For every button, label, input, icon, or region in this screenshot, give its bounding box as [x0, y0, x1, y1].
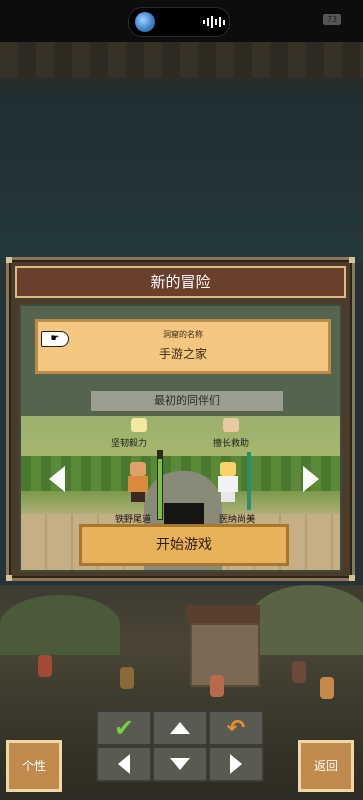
stamina-gauge	[157, 450, 163, 520]
check-icon: ✔	[113, 714, 135, 742]
next-companion-arrow-icon[interactable]	[303, 466, 319, 492]
game-background-top	[0, 42, 363, 262]
skill-badge-icon	[131, 418, 147, 432]
undo-button[interactable]: ↶	[208, 710, 264, 746]
companion-2-sprite[interactable]	[215, 462, 241, 504]
arrow-left-icon	[118, 754, 130, 774]
companion-1-sprite[interactable]	[125, 462, 151, 504]
bread-icon	[223, 418, 239, 432]
companions-header: 最初的同伴们	[91, 391, 283, 411]
down-button[interactable]	[152, 746, 208, 782]
undo-icon: ↶	[226, 715, 246, 741]
app-avatar-icon	[135, 12, 155, 32]
back-button[interactable]: 返回	[298, 740, 354, 792]
healer-staff-icon	[247, 452, 251, 510]
companion-1-skill: 坚韧毅力	[111, 439, 148, 449]
battery-indicator: 73	[323, 14, 341, 25]
status-bar: 73	[0, 0, 363, 42]
previous-companion-arrow-icon[interactable]	[49, 466, 65, 492]
cave-name-value: 手游之家	[158, 347, 207, 361]
pointing-hand-icon: ☛	[41, 331, 69, 347]
cave-name-field[interactable]: 洞窟的名称 手游之家	[35, 319, 331, 374]
new-adventure-dialog: 新的冒险 洞窟的名称 手游之家 ☛ 坚韧毅力 铁野尾道 擅长救助 医纳尚美 最初…	[6, 257, 355, 581]
right-button[interactable]	[208, 746, 264, 782]
confirm-button[interactable]: ✔	[96, 710, 152, 746]
audio-wave-icon	[203, 16, 225, 28]
up-button[interactable]	[152, 710, 208, 746]
start-game-button[interactable]: 开始游戏	[79, 524, 289, 566]
left-button[interactable]	[96, 746, 152, 782]
companion-2-skill: 擅长救助	[213, 439, 250, 449]
cave-name-label: 洞窟的名称	[163, 330, 203, 339]
arrow-down-icon	[170, 758, 190, 770]
personality-button[interactable]: 个性	[6, 740, 62, 792]
arrow-right-icon	[230, 754, 242, 774]
dynamic-island	[128, 7, 230, 37]
arrow-up-icon	[170, 722, 190, 734]
dialog-title: 新的冒险	[15, 266, 346, 298]
